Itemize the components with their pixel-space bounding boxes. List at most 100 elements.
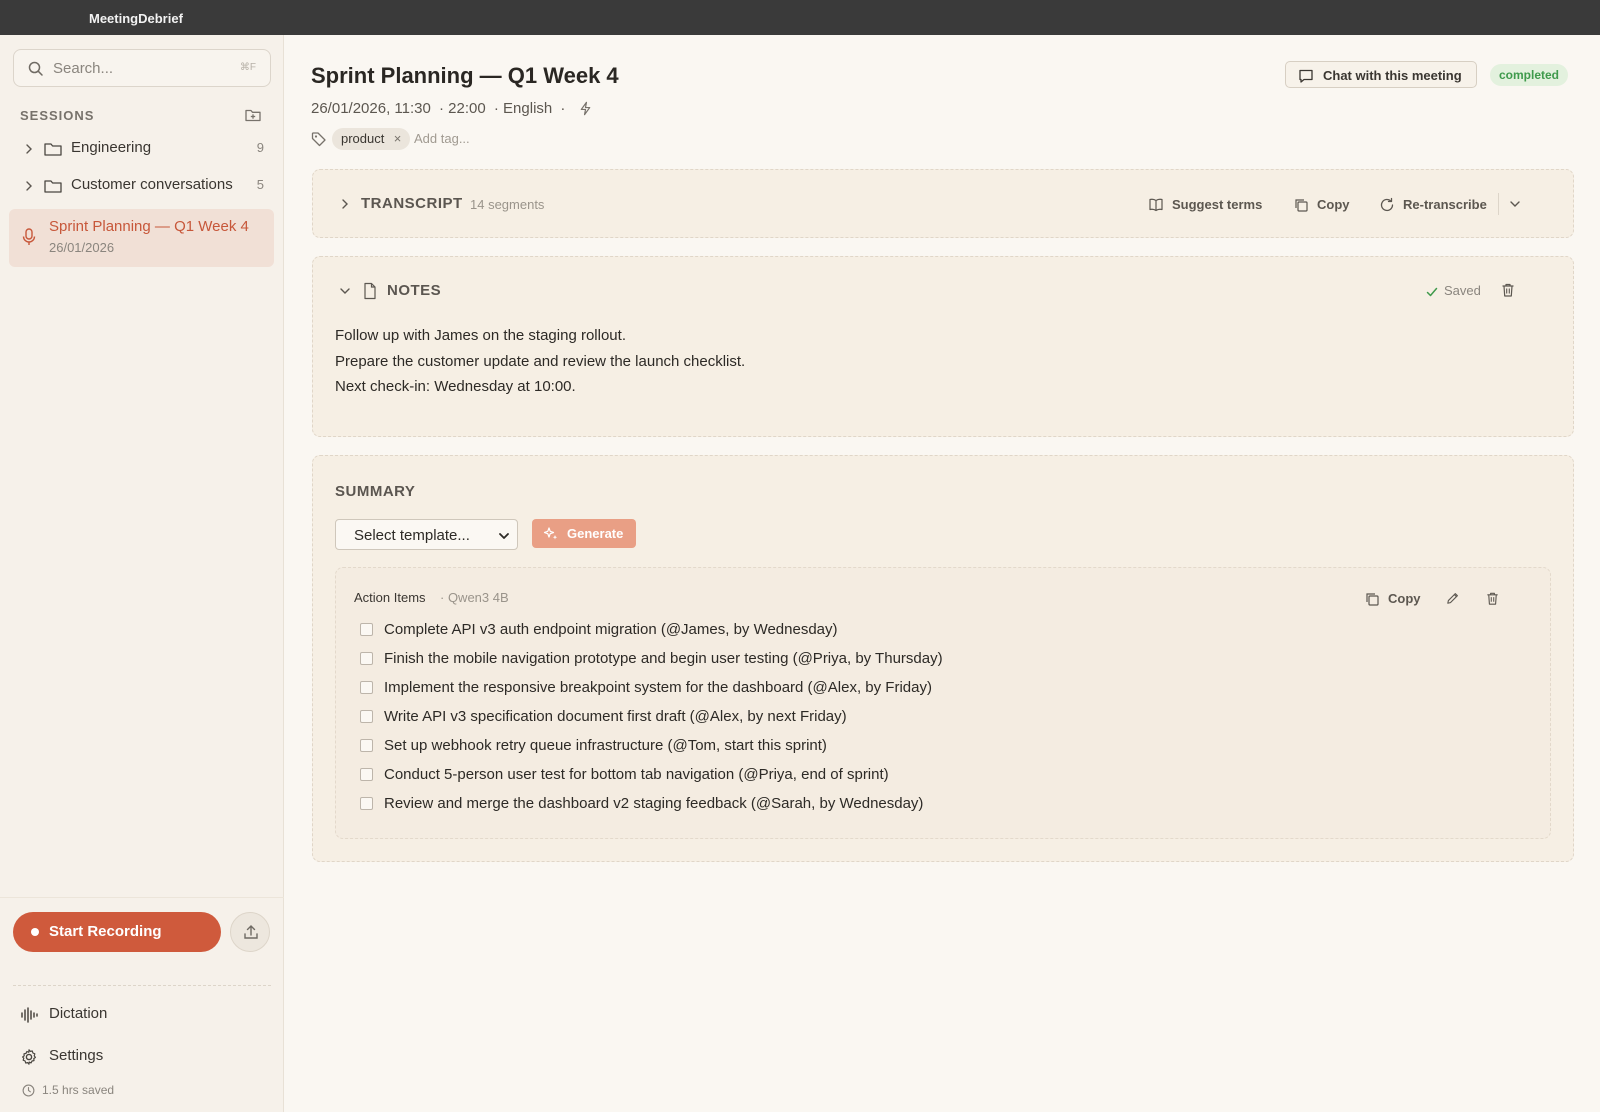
title-bar: MeetingDebrief (0, 0, 1600, 35)
session-title: Sprint Planning — Q1 Week 4 (49, 218, 249, 235)
chevron-right-icon[interactable] (338, 197, 352, 211)
clock-icon (22, 1084, 35, 1097)
pencil-icon[interactable] (1445, 591, 1460, 606)
sidebar-divider (13, 985, 271, 986)
chevron-right-icon (26, 181, 32, 191)
status-badge: completed (1490, 64, 1569, 86)
chevron-right-icon (26, 144, 32, 154)
chevron-down-icon[interactable] (1508, 197, 1522, 211)
meeting-datetime: 26/01/2026, 11:30 (311, 100, 431, 117)
record-dot-icon (31, 928, 39, 936)
tag-icon (311, 132, 326, 147)
gear-icon (22, 1049, 36, 1065)
action-items-list: Complete API v3 auth endpoint migration … (358, 620, 1508, 823)
copy-label: Copy (1388, 591, 1421, 606)
action-checkbox[interactable] (360, 652, 373, 665)
template-select[interactable]: Select template... (335, 519, 518, 550)
saved-label: Saved (1444, 283, 1481, 298)
action-item-text: Review and merge the dashboard v2 stagin… (384, 795, 924, 812)
list-item: Implement the responsive breakpoint syst… (358, 678, 1508, 707)
copy-icon (1295, 199, 1308, 212)
search-placeholder: Search... (53, 60, 114, 77)
new-folder-icon[interactable] (244, 106, 262, 124)
re-transcribe-button[interactable]: Re-transcribe (1379, 194, 1491, 216)
folder-engineering[interactable]: Engineering 9 (12, 132, 272, 166)
session-item-active[interactable]: Sprint Planning — Q1 Week 4 26/01/2026 (9, 209, 274, 267)
action-checkbox[interactable] (360, 768, 373, 781)
transcript-panel: TRANSCRIPT 14 segments Suggest terms Cop… (312, 169, 1574, 238)
action-checkbox[interactable] (360, 710, 373, 723)
remove-tag-icon[interactable]: × (394, 128, 402, 150)
sidebar-item-label: Dictation (49, 1005, 108, 1022)
chat-with-meeting-button[interactable]: Chat with this meeting (1285, 61, 1477, 88)
transcript-segment-count: 14 segments (470, 197, 545, 212)
list-item: Complete API v3 auth endpoint migration … (358, 620, 1508, 649)
upload-button[interactable] (230, 912, 270, 952)
copy-summary-button[interactable]: Copy (1364, 588, 1424, 610)
suggest-terms-button[interactable]: Suggest terms (1148, 194, 1268, 216)
trash-icon[interactable] (1485, 591, 1500, 606)
tag-chip[interactable]: product × (332, 128, 411, 150)
start-recording-label: Start Recording (49, 923, 162, 940)
search-icon (28, 61, 43, 76)
re-transcribe-label: Re-transcribe (1403, 197, 1487, 212)
waveform-icon (21, 1007, 38, 1023)
action-checkbox[interactable] (360, 681, 373, 694)
chevron-down-icon[interactable] (338, 284, 352, 298)
folder-customer-conversations[interactable]: Customer conversations 5 (12, 169, 272, 203)
sessions-header: SESSIONS (20, 108, 95, 123)
book-icon (1149, 198, 1163, 212)
toolbar-divider (1498, 193, 1499, 215)
template-select-value: Select template... (354, 527, 470, 544)
list-item: Review and merge the dashboard v2 stagin… (358, 794, 1508, 823)
refresh-icon (1380, 197, 1394, 212)
action-checkbox[interactable] (360, 797, 373, 810)
start-recording-button[interactable]: Start Recording (13, 912, 221, 952)
sidebar-item-dictation[interactable]: Dictation (20, 1003, 260, 1027)
list-item: Set up webhook retry queue infrastructur… (358, 736, 1508, 765)
add-tag-input[interactable]: Add tag... (414, 131, 470, 146)
trash-icon[interactable] (1500, 282, 1516, 298)
list-item: Finish the mobile navigation prototype a… (358, 649, 1508, 678)
folder-count: 5 (256, 177, 264, 192)
chat-button-label: Chat with this meeting (1323, 68, 1462, 83)
search-shortcut: ⌘F (239, 62, 256, 73)
summary-panel: SUMMARY Select template... Generate Acti… (312, 455, 1574, 862)
action-item-text: Conduct 5-person user test for bottom ta… (384, 766, 889, 783)
document-icon (364, 282, 376, 300)
folder-name: Customer conversations (71, 176, 233, 193)
folder-name: Engineering (71, 139, 152, 156)
list-item: Conduct 5-person user test for bottom ta… (358, 765, 1508, 794)
folder-icon (44, 180, 62, 193)
action-checkbox[interactable] (360, 739, 373, 752)
search-input[interactable]: Search... ⌘F (13, 49, 271, 87)
check-icon (1426, 287, 1438, 297)
generate-button[interactable]: Generate (532, 519, 636, 548)
notes-line: Prepare the customer update and review t… (335, 352, 746, 370)
page-title: Sprint Planning — Q1 Week 4 (311, 63, 619, 88)
action-item-text: Complete API v3 auth endpoint migration … (384, 621, 838, 638)
time-saved-label: 1.5 hrs saved (42, 1083, 115, 1097)
sidebar-footer-divider (0, 897, 284, 898)
microphone-icon (22, 228, 36, 245)
sparkle-icon (543, 527, 558, 540)
action-item-text: Finish the mobile navigation prototype a… (384, 650, 943, 667)
sidebar-item-settings[interactable]: Settings (20, 1045, 260, 1069)
lightning-icon[interactable] (578, 101, 593, 116)
upload-icon (244, 925, 258, 939)
action-item-text: Implement the responsive breakpoint syst… (384, 679, 932, 696)
meeting-duration: · 22:00 (439, 100, 486, 117)
meeting-meta: 26/01/2026, 11:30 · 22:00 · English · (311, 100, 593, 117)
notes-editor[interactable]: Follow up with James on the staging roll… (335, 323, 745, 400)
notes-title: NOTES (387, 282, 442, 299)
action-item-text: Set up webhook retry queue infrastructur… (384, 737, 827, 754)
card-title: Action Items (354, 590, 426, 605)
action-checkbox[interactable] (360, 623, 373, 636)
copy-transcript-button[interactable]: Copy (1293, 194, 1353, 216)
tag-label: product (341, 131, 385, 146)
transcript-title[interactable]: TRANSCRIPT (361, 195, 463, 212)
suggest-terms-label: Suggest terms (1172, 197, 1263, 212)
meeting-language[interactable]: · English (494, 100, 552, 117)
chat-bubble-icon (1299, 69, 1313, 83)
action-items-card: Action Items · Qwen3 4B Copy Complete AP… (335, 567, 1551, 839)
